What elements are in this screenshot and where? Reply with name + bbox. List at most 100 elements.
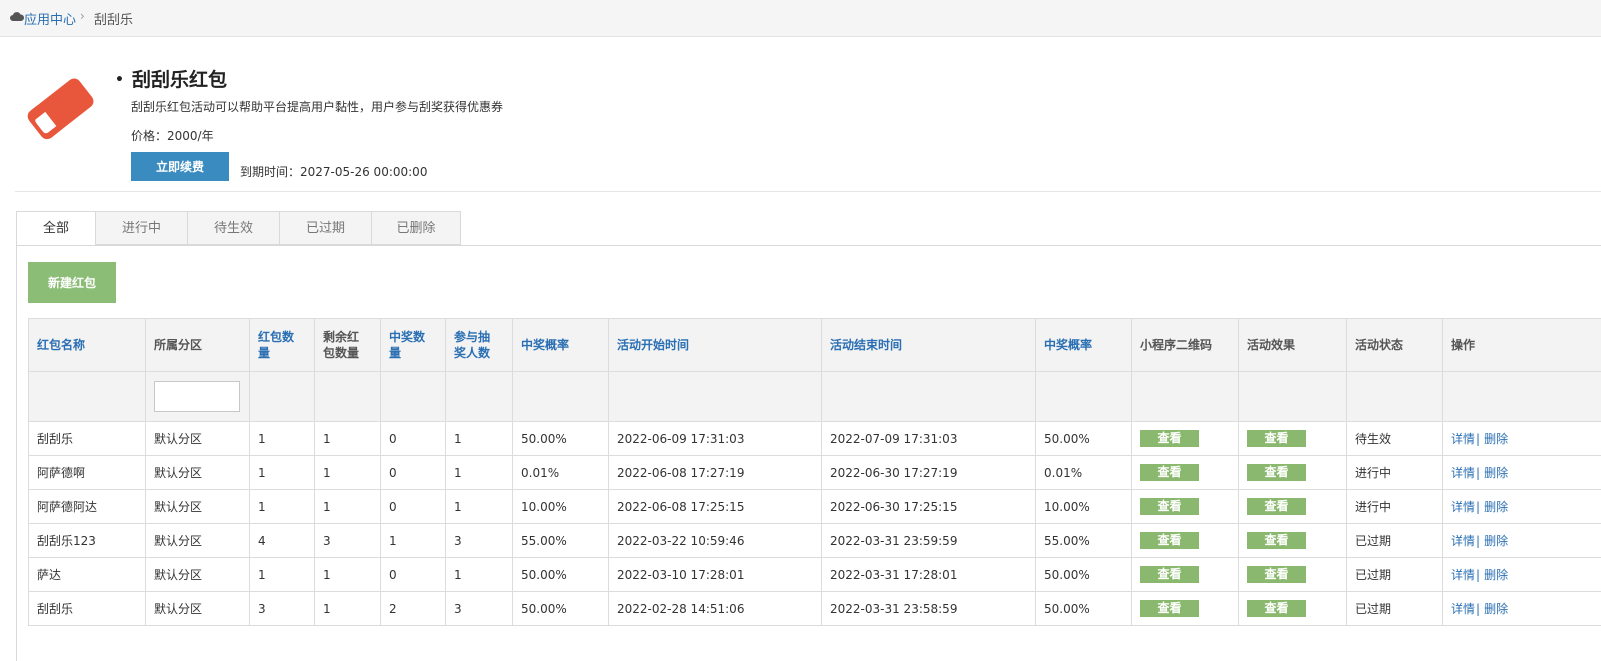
table-cell: 0 (380, 557, 446, 592)
table-cell: 萨达 (28, 557, 146, 592)
column-header: 操作 (1442, 318, 1601, 372)
table-cell: 1 (249, 455, 315, 490)
table-cell: 2022-03-22 10:59:46 (608, 523, 822, 558)
table-cell: 1 (314, 591, 381, 626)
detail-link[interactable]: 详情 (1451, 534, 1475, 548)
table-cell: 55.00% (512, 523, 609, 558)
table-cell: 已过期 (1346, 557, 1443, 592)
table-filter-row (28, 371, 1601, 422)
column-header-text: 中奖概率 (1044, 338, 1093, 352)
link-separator: | (1476, 602, 1481, 616)
tab-expired[interactable]: 已过期 (279, 211, 372, 245)
table-row: 阿萨德阿达 默认分区 1 1 0 1 10.00% 2022-06-08 17:25:15 20… (28, 489, 1601, 524)
column-header: 小程序二维码 (1131, 318, 1239, 372)
column-header[interactable]: 中奖数量 (380, 318, 446, 372)
detail-link[interactable]: 详情 (1451, 432, 1475, 446)
table-cell: 查看 (1238, 421, 1347, 456)
qrcode-view-button[interactable]: 查看 (1140, 532, 1199, 549)
filter-cell (1035, 371, 1132, 422)
divider (15, 191, 1601, 192)
table-cell: 默认分区 (145, 489, 250, 524)
table-cell: 默认分区 (145, 523, 250, 558)
effect-view-button[interactable]: 查看 (1247, 566, 1306, 583)
delete-link[interactable]: 删除 (1484, 602, 1508, 616)
table-cell: 0 (380, 455, 446, 490)
table-cell: 0 (380, 421, 446, 456)
table-cell: 详情| 删除 (1442, 489, 1601, 524)
table-cell: 查看 (1131, 421, 1239, 456)
filter-cell (445, 371, 513, 422)
effect-view-button[interactable]: 查看 (1247, 464, 1306, 481)
tab-pending[interactable]: 待生效 (187, 211, 280, 245)
delete-link[interactable]: 删除 (1484, 500, 1508, 514)
table-cell: 详情| 删除 (1442, 591, 1601, 626)
detail-link[interactable]: 详情 (1451, 500, 1475, 514)
detail-link[interactable]: 详情 (1451, 466, 1475, 480)
table-cell: 3 (445, 523, 513, 558)
effect-view-button[interactable]: 查看 (1247, 532, 1306, 549)
column-header-text: 活动开始时间 (617, 338, 690, 352)
qrcode-view-button[interactable]: 查看 (1140, 464, 1199, 481)
table-cell: 10.00% (512, 489, 609, 524)
table-cell: 进行中 (1346, 489, 1443, 524)
tab-divider (16, 245, 1601, 246)
table-cell: 0.01% (1035, 455, 1132, 490)
new-redpacket-button[interactable]: 新建红包 (28, 262, 116, 303)
table-cell: 1 (249, 557, 315, 592)
detail-link[interactable]: 详情 (1451, 568, 1475, 582)
table-cell: 3 (445, 591, 513, 626)
column-header[interactable]: 中奖概率 (512, 318, 609, 372)
filter-cell (1442, 371, 1601, 422)
qrcode-view-button[interactable]: 查看 (1140, 430, 1199, 447)
table-cell: 0.01% (512, 455, 609, 490)
table-cell: 10.00% (1035, 489, 1132, 524)
detail-link[interactable]: 详情 (1451, 602, 1475, 616)
column-header[interactable]: 活动开始时间 (608, 318, 822, 372)
qrcode-view-button[interactable]: 查看 (1140, 600, 1199, 617)
table-cell: 2022-03-10 17:28:01 (608, 557, 822, 592)
table-row: 刮刮乐123 默认分区 4 3 1 3 55.00% 2022-03-22 10:59:46 2… (28, 523, 1601, 558)
partition-filter-input[interactable] (154, 381, 240, 412)
table-cell: 详情| 删除 (1442, 557, 1601, 592)
delete-link[interactable]: 删除 (1484, 568, 1508, 582)
column-header-text: 量 (258, 346, 271, 360)
delete-link[interactable]: 删除 (1484, 534, 1508, 548)
table-cell: 进行中 (1346, 455, 1443, 490)
breadcrumb-separator: › (80, 9, 85, 23)
delete-link[interactable]: 删除 (1484, 432, 1508, 446)
app-description: 刮刮乐红包活动可以帮助平台提高用户黏性，用户参与刮奖获得优惠券 (131, 100, 504, 114)
effect-view-button[interactable]: 查看 (1247, 600, 1306, 617)
column-header-text: 红包名称 (37, 338, 86, 352)
tab-ongoing[interactable]: 进行中 (95, 211, 188, 245)
delete-link[interactable]: 删除 (1484, 466, 1508, 480)
link-separator: | (1476, 500, 1481, 514)
column-header[interactable]: 活动结束时间 (821, 318, 1036, 372)
tab-all[interactable]: 全部 (16, 211, 96, 246)
table-cell: 2022-03-31 17:28:01 (821, 557, 1036, 592)
table-cell: 50.00% (1035, 591, 1132, 626)
table-cell: 待生效 (1346, 421, 1443, 456)
column-header-text: 剩余红 (323, 330, 360, 344)
eraser-icon (27, 78, 94, 140)
column-header[interactable]: 中奖概率 (1035, 318, 1132, 372)
filter-cell (1346, 371, 1443, 422)
qrcode-view-button[interactable]: 查看 (1140, 566, 1199, 583)
tab-deleted[interactable]: 已删除 (371, 211, 461, 245)
qrcode-view-button[interactable]: 查看 (1140, 498, 1199, 515)
table-cell: 50.00% (512, 421, 609, 456)
table-cell: 2022-03-31 23:59:59 (821, 523, 1036, 558)
table-row: 萨达 默认分区 1 1 0 1 50.00% 2022-03-10 17:28:01 2022-… (28, 557, 1601, 592)
table-cell: 50.00% (512, 591, 609, 626)
column-header[interactable]: 参与抽 奖人数 (445, 318, 513, 372)
column-header[interactable]: 红包名称 (28, 318, 146, 372)
breadcrumb-home-link[interactable]: 应用中心 (24, 9, 76, 28)
table-cell: 2022-06-08 17:27:19 (608, 455, 822, 490)
renew-button[interactable]: 立即续费 (131, 152, 229, 181)
column-header[interactable]: 红包数量 (249, 318, 315, 372)
column-header-text: 参与抽 (454, 330, 491, 344)
expire-time: 到期时间：2027-05-26 00:00:00 (240, 165, 428, 179)
effect-view-button[interactable]: 查看 (1247, 430, 1306, 447)
column-header-text: 小程序二维码 (1140, 338, 1213, 352)
effect-view-button[interactable]: 查看 (1247, 498, 1306, 515)
table-cell: 默认分区 (145, 557, 250, 592)
